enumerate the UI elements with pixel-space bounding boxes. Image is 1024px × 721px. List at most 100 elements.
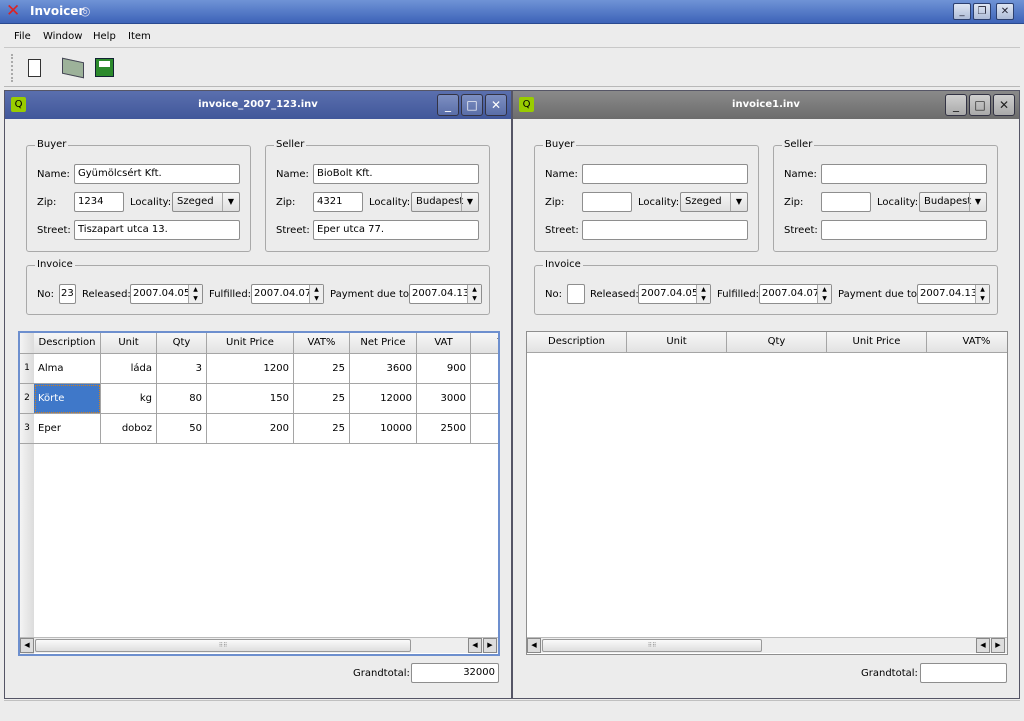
seller-locality-combo[interactable]: Budapest ▼ [411, 192, 479, 212]
seller-street-input[interactable]: Eper utca 77. [313, 220, 479, 240]
seller-zip-input[interactable] [821, 192, 871, 212]
spin-arrows-icon[interactable]: ▲ ▼ [817, 285, 831, 303]
table-cell[interactable]: kg [101, 384, 157, 414]
minimize-button[interactable]: _ [437, 94, 459, 116]
column-header[interactable]: Unit Price [827, 332, 927, 353]
spin-arrows-icon[interactable]: ▲ ▼ [309, 285, 323, 303]
menu-file[interactable]: File [14, 31, 31, 42]
column-header[interactable]: VAT% [927, 332, 1007, 353]
table-cell[interactable]: 10000 [350, 414, 417, 444]
table-cell[interactable] [471, 354, 498, 384]
chevron-down-icon[interactable]: ▼ [969, 193, 986, 211]
buyer-name-input[interactable] [582, 164, 748, 184]
spin-arrows-icon[interactable]: ▲ ▼ [467, 285, 481, 303]
table-cell[interactable]: 1200 [207, 354, 294, 384]
open-folder-icon[interactable] [62, 57, 84, 79]
table-cell[interactable]: 3000 [417, 384, 471, 414]
chevron-down-icon[interactable]: ▼ [461, 193, 478, 211]
app-close-button[interactable]: ✕ [996, 3, 1014, 20]
scroll-left-arrow[interactable]: ◀ [527, 638, 541, 653]
menu-window[interactable]: Window [43, 31, 82, 42]
scroll-thumb[interactable]: ⠿⠿ [542, 639, 762, 652]
toolbar-grip[interactable] [11, 54, 14, 82]
fulfilled-date-spinbox[interactable]: 2007.04.07 ▲ ▼ [251, 284, 324, 304]
table-cell[interactable]: láda [101, 354, 157, 384]
table-cell[interactable]: 900 [417, 354, 471, 384]
buyer-zip-input[interactable] [582, 192, 632, 212]
column-header[interactable]: VAT% [294, 333, 350, 354]
buyer-zip-input[interactable]: 1234 [74, 192, 124, 212]
subwindow-title[interactable]: invoice_2007_123.inv [5, 91, 511, 119]
table-cell[interactable]: 3 [157, 354, 207, 384]
column-header[interactable]: Unit [101, 333, 157, 354]
table-cell[interactable] [471, 414, 498, 444]
buyer-locality-combo[interactable]: Szeged ▼ [172, 192, 240, 212]
buyer-street-input[interactable]: Tiszapart utca 13. [74, 220, 240, 240]
released-date-spinbox[interactable]: 2007.04.05 ▲ ▼ [638, 284, 711, 304]
column-header[interactable]: Qty [157, 333, 207, 354]
column-header[interactable]: Net Price [350, 333, 417, 354]
column-header[interactable]: VAT [417, 333, 471, 354]
scroll-left-arrow[interactable]: ◀ [976, 638, 990, 653]
table-cell[interactable]: doboz [101, 414, 157, 444]
invoice-items-table[interactable]: Description Unit Qty Unit Price VAT% Net… [18, 331, 500, 656]
table-cell[interactable]: 3600 [350, 354, 417, 384]
column-header[interactable]: Unit Price [207, 333, 294, 354]
table-cell[interactable]: 25 [294, 414, 350, 444]
column-header[interactable]: Description [527, 332, 627, 353]
invoice-no-input[interactable]: 23 [59, 284, 76, 304]
table-cell[interactable]: Körte [34, 384, 101, 414]
table-cell[interactable]: Alma [34, 354, 101, 384]
buyer-street-input[interactable] [582, 220, 748, 240]
released-date-spinbox[interactable]: 2007.04.05 ▲ ▼ [130, 284, 203, 304]
invoice-no-input[interactable] [567, 284, 585, 304]
app-minimize-button[interactable]: _ [953, 3, 971, 20]
close-button[interactable]: ✕ [993, 94, 1015, 116]
table-cell[interactable]: 12000 [350, 384, 417, 414]
scroll-left-arrow[interactable]: ◀ [468, 638, 482, 653]
spin-arrows-icon[interactable]: ▲ ▼ [975, 285, 989, 303]
minimize-button[interactable]: _ [945, 94, 967, 116]
table-cell[interactable]: 25 [294, 384, 350, 414]
scroll-right-arrow[interactable]: ▶ [991, 638, 1005, 653]
table-cell[interactable] [471, 384, 498, 414]
horizontal-scrollbar[interactable]: ◀ ⠿⠿ ◀ ▶ [20, 637, 498, 653]
menu-help[interactable]: Help [93, 31, 116, 42]
payment-due-date-spinbox[interactable]: 2007.04.13 ▲ ▼ [409, 284, 482, 304]
scroll-thumb[interactable]: ⠿⠿ [35, 639, 411, 652]
buyer-locality-combo[interactable]: Szeged ▼ [680, 192, 748, 212]
table-cell[interactable]: 200 [207, 414, 294, 444]
subwindow-title[interactable]: invoice1.inv [513, 91, 1019, 119]
maximize-button[interactable]: □ [969, 94, 991, 116]
table-cell[interactable]: Eper [34, 414, 101, 444]
column-header[interactable]: T [471, 333, 498, 354]
horizontal-scrollbar[interactable]: ◀ ⠿⠿ ◀ ▶ [527, 637, 1007, 653]
table-cell[interactable]: 150 [207, 384, 294, 414]
chevron-down-icon[interactable]: ▼ [730, 193, 747, 211]
table-cell[interactable]: 25 [294, 354, 350, 384]
seller-name-input[interactable]: BioBolt Kft. [313, 164, 479, 184]
row-header[interactable]: 3 [20, 414, 34, 444]
invoice-items-table[interactable]: Description Unit Qty Unit Price VAT% ◀ ⠿… [526, 331, 1008, 655]
column-header[interactable]: Qty [727, 332, 827, 353]
chevron-down-icon[interactable]: ▼ [222, 193, 239, 211]
fulfilled-date-spinbox[interactable]: 2007.04.07 ▲ ▼ [759, 284, 832, 304]
table-cell[interactable]: 2500 [417, 414, 471, 444]
column-header[interactable]: Unit [627, 332, 727, 353]
maximize-button[interactable]: □ [461, 94, 483, 116]
corner-header[interactable] [20, 333, 34, 354]
column-header[interactable]: Description [34, 333, 101, 354]
row-header[interactable]: 1 [20, 354, 34, 384]
buyer-name-input[interactable]: Gyümölcsért Kft. [74, 164, 240, 184]
new-file-icon[interactable] [28, 59, 41, 77]
spin-arrows-icon[interactable]: ▲ ▼ [188, 285, 202, 303]
payment-due-date-spinbox[interactable]: 2007.04.13 ▲ ▼ [917, 284, 990, 304]
seller-name-input[interactable] [821, 164, 987, 184]
table-cell[interactable]: 50 [157, 414, 207, 444]
seller-locality-combo[interactable]: Budapest ▼ [919, 192, 987, 212]
seller-street-input[interactable] [821, 220, 987, 240]
scroll-left-arrow[interactable]: ◀ [20, 638, 34, 653]
app-restore-button[interactable]: ❐ [973, 3, 991, 20]
spin-arrows-icon[interactable]: ▲ ▼ [696, 285, 710, 303]
close-button[interactable]: ✕ [485, 94, 507, 116]
